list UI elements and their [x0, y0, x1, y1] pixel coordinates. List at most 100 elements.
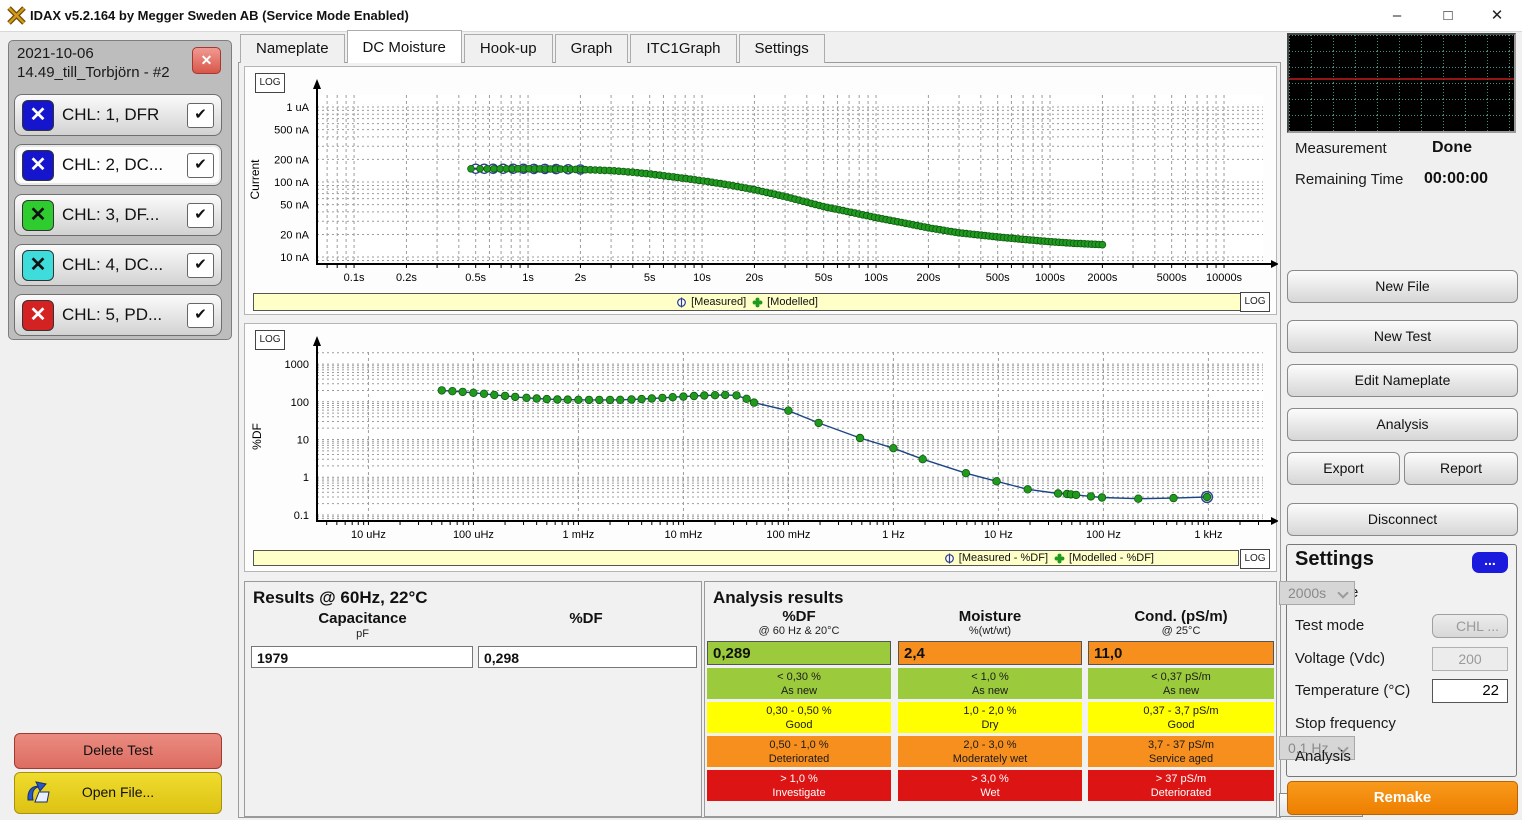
channel-label: CHL: 2, DC...: [62, 145, 163, 185]
minimize-icon[interactable]: –: [1374, 0, 1420, 31]
rating-cell: < 0,37 pS/mAs new: [1088, 668, 1274, 699]
x-tick-label: 0.2s: [396, 272, 417, 284]
tab-settings[interactable]: Settings: [739, 34, 825, 63]
analysis-button[interactable]: Analysis: [1287, 408, 1518, 441]
tab-nameplate[interactable]: Nameplate: [240, 34, 345, 63]
chart1-legend[interactable]: [Measured] [Modelled]: [253, 293, 1241, 311]
rating-range: 0,30 - 0,50 %: [707, 704, 891, 718]
y-tick-label: 10 nA: [280, 252, 309, 264]
legend-measured-label: [Measured]: [691, 296, 746, 308]
live-monitor-display: [1287, 33, 1516, 133]
voltage-label: Voltage (Vdc): [1295, 650, 1385, 667]
edit-nameplate-button[interactable]: Edit Nameplate: [1287, 364, 1518, 397]
channel-5-checkbox[interactable]: ✔: [187, 303, 214, 328]
x-marker-icon: ✕: [30, 254, 47, 276]
x-tick-label: 0.5s: [465, 272, 486, 284]
tab-itc1graph[interactable]: ITC1Graph: [630, 34, 736, 63]
maximize-icon[interactable]: □: [1425, 0, 1471, 31]
channel-2-checkbox[interactable]: ✔: [187, 153, 214, 178]
new-test-button[interactable]: New Test: [1287, 320, 1518, 353]
rating-cell: > 3,0 %Wet: [898, 770, 1082, 801]
close-icon[interactable]: ✕: [1474, 0, 1520, 31]
analysis-title: Analysis results: [713, 588, 843, 608]
x-tick-label: 5000s: [1157, 272, 1187, 284]
channel-item-4[interactable]: ✕ CHL: 4, DC... ✔: [14, 244, 222, 286]
chart2-legend-log-button[interactable]: LOG: [1240, 549, 1270, 569]
settings-panel: Settings ... Stop time 2000s Test mode C…: [1286, 544, 1517, 777]
x-tick-label: 1 mHz: [563, 529, 595, 541]
tab-dc-moisture[interactable]: DC Moisture: [347, 30, 462, 63]
channel-label: CHL: 4, DC...: [62, 245, 163, 285]
rating-label: As new: [898, 684, 1082, 698]
column-header: %DF: [707, 608, 891, 625]
channel-label: CHL: 1, DFR: [62, 95, 159, 135]
title-bar: IDAX v5.2.164 by Megger Sweden AB (Servi…: [0, 0, 1522, 32]
rating-range: < 1,0 %: [898, 670, 1082, 684]
rating-range: 0,37 - 3,7 pS/m: [1088, 704, 1274, 718]
x-tick-label: 500s: [986, 272, 1010, 284]
rating-range: > 3,0 %: [898, 772, 1082, 786]
x-marker-icon: ✕: [30, 104, 47, 126]
settings-menu-button[interactable]: ...: [1472, 552, 1508, 573]
y-tick-label: 10: [297, 435, 309, 447]
rating-label: Good: [1088, 718, 1274, 732]
channel-label: CHL: 3, DF...: [62, 195, 159, 235]
channel-item-1[interactable]: ✕ CHL: 1, DFR ✔: [14, 94, 222, 136]
disconnect-button[interactable]: Disconnect: [1287, 503, 1518, 536]
stop-time-select[interactable]: 2000s: [1279, 581, 1355, 605]
rating-label: Deteriorated: [707, 752, 891, 766]
remaining-time-value: 00:00:00: [1424, 170, 1488, 188]
test-mode-button[interactable]: CHL ...: [1432, 614, 1508, 638]
export-button[interactable]: Export: [1287, 452, 1400, 485]
settings-title: Settings: [1295, 548, 1374, 571]
channel-item-2[interactable]: ✕ CHL: 2, DC... ✔: [14, 144, 222, 186]
temperature-label: Temperature (°C): [1295, 682, 1410, 699]
open-file-icon: [25, 780, 53, 806]
tab-graph[interactable]: Graph: [555, 34, 629, 63]
y-axis-label: Current: [248, 159, 262, 200]
chart1-legend-log-button[interactable]: LOG: [1240, 292, 1270, 312]
new-file-button[interactable]: New File: [1287, 270, 1518, 303]
channel-4-checkbox[interactable]: ✔: [187, 253, 214, 278]
remake-button[interactable]: Remake: [1287, 781, 1518, 815]
rating-cell: 0,50 - 1,0 %Deteriorated: [707, 736, 891, 767]
y-tick-label: 1: [303, 472, 309, 484]
y-tick-label: 1 uA: [286, 102, 309, 114]
rating-label: Wet: [898, 786, 1082, 800]
moisture-analysis-value: 2,4: [898, 641, 1082, 665]
column-header: Cond. (pS/m): [1088, 608, 1274, 625]
x-tick-label: 5s: [644, 272, 656, 284]
x-tick-label: 2000s: [1087, 272, 1117, 284]
capacitance-unit: pF: [255, 628, 470, 640]
y-tick-label: 500 nA: [274, 125, 310, 137]
window-title: IDAX v5.2.164 by Megger Sweden AB (Servi…: [30, 0, 409, 31]
measurement-label: Measurement: [1295, 140, 1387, 157]
report-button[interactable]: Report: [1404, 452, 1518, 485]
modelled-marker-icon: [752, 297, 763, 308]
open-file-button[interactable]: Open File...: [14, 772, 222, 814]
x-tick-label: 10 Hz: [984, 529, 1013, 541]
analysis-results-panel: Analysis results %DF @ 60 Hz & 20°C 0,28…: [704, 581, 1277, 817]
df-vs-frequency-chart: 10 uHz100 uHz1 mHz10 mHz100 mHz1 Hz10 Hz…: [245, 324, 1278, 546]
channel-item-3[interactable]: ✕ CHL: 3, DF... ✔: [14, 194, 222, 236]
rating-label: Deteriorated: [1088, 786, 1274, 800]
temperature-field[interactable]: 22: [1432, 679, 1508, 703]
analysis-column-moisture: Moisture %(wt/wt) 2,4 < 1,0 %As new 1,0 …: [898, 608, 1082, 801]
voltage-field[interactable]: 200: [1432, 647, 1508, 671]
channel-3-checkbox[interactable]: ✔: [187, 203, 214, 228]
rating-cell: < 0,30 %As new: [707, 668, 891, 699]
rating-range: 0,50 - 1,0 %: [707, 738, 891, 752]
chart2-legend[interactable]: [Measured - %DF] [Modelled - %DF]: [253, 550, 1239, 566]
channel-item-5[interactable]: ✕ CHL: 5, PD... ✔: [14, 294, 222, 336]
channel-1-checkbox[interactable]: ✔: [187, 103, 214, 128]
y-tick-label: 1000: [285, 359, 309, 371]
modelled-marker-icon: [1054, 553, 1065, 564]
x-marker-icon: ✕: [30, 304, 47, 326]
tab-bar: Nameplate DC Moisture Hook-up Graph ITC1…: [240, 34, 827, 63]
stop-time-value: 2000s: [1288, 585, 1326, 601]
x-tick-label: 10s: [693, 272, 711, 284]
tab-hook-up[interactable]: Hook-up: [464, 34, 553, 63]
stop-frequency-label: Stop frequency: [1295, 715, 1396, 732]
delete-test-button[interactable]: Delete Test: [14, 733, 222, 769]
file-close-button[interactable]: ✕: [192, 47, 221, 74]
